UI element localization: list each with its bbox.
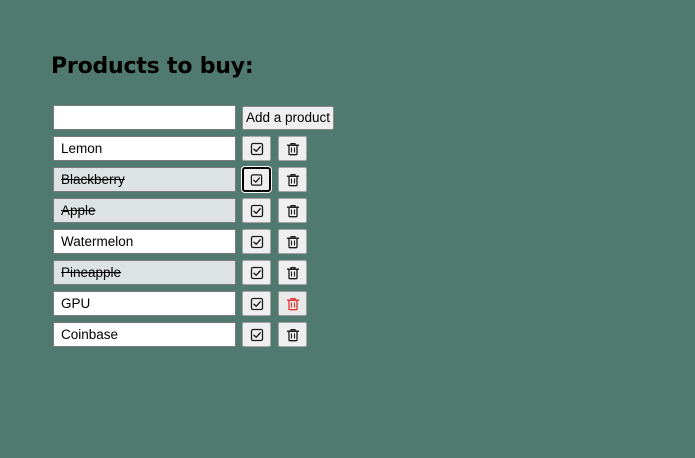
trash-icon <box>286 266 299 279</box>
toggle-done-button[interactable] <box>242 291 271 316</box>
toggle-done-button[interactable] <box>242 322 271 347</box>
toggle-done-button[interactable] <box>242 167 271 192</box>
checkbox-check-icon <box>250 173 263 186</box>
trash-icon <box>286 297 299 310</box>
trash-icon <box>286 235 299 248</box>
delete-button[interactable] <box>278 291 307 316</box>
product-name: Blackberry <box>53 167 236 192</box>
checkbox-check-icon <box>250 204 263 217</box>
product-name: Coinbase <box>53 322 236 347</box>
checkbox-check-icon <box>250 266 263 279</box>
delete-button[interactable] <box>278 322 307 347</box>
add-product-form: Add a product <box>53 105 335 130</box>
trash-icon <box>286 204 299 217</box>
list-item: Blackberry <box>53 167 307 192</box>
product-name: Lemon <box>53 136 236 161</box>
page-title: Products to buy: <box>51 54 254 79</box>
product-list: Lemon Blackberry Apple Watermelon Pineap… <box>53 136 307 353</box>
checkbox-check-icon <box>250 235 263 248</box>
checkbox-check-icon <box>250 142 263 155</box>
list-item: Coinbase <box>53 322 307 347</box>
list-item: Watermelon <box>53 229 307 254</box>
list-item: Lemon <box>53 136 307 161</box>
toggle-done-button[interactable] <box>242 229 271 254</box>
product-name: Watermelon <box>53 229 236 254</box>
trash-icon <box>286 328 299 341</box>
list-item: Pineapple <box>53 260 307 285</box>
product-name: Pineapple <box>53 260 236 285</box>
toggle-done-button[interactable] <box>242 136 271 161</box>
trash-icon <box>286 173 299 186</box>
toggle-done-button[interactable] <box>242 198 271 223</box>
toggle-done-button[interactable] <box>242 260 271 285</box>
delete-button[interactable] <box>278 229 307 254</box>
trash-icon <box>286 142 299 155</box>
delete-button[interactable] <box>278 260 307 285</box>
product-name: Apple <box>53 198 236 223</box>
delete-button[interactable] <box>278 167 307 192</box>
product-name: GPU <box>53 291 236 316</box>
delete-button[interactable] <box>278 136 307 161</box>
checkbox-check-icon <box>250 328 263 341</box>
new-product-input[interactable] <box>53 105 236 130</box>
list-item: GPU <box>53 291 307 316</box>
checkbox-check-icon <box>250 297 263 310</box>
delete-button[interactable] <box>278 198 307 223</box>
list-item: Apple <box>53 198 307 223</box>
add-product-button[interactable]: Add a product <box>242 105 335 130</box>
